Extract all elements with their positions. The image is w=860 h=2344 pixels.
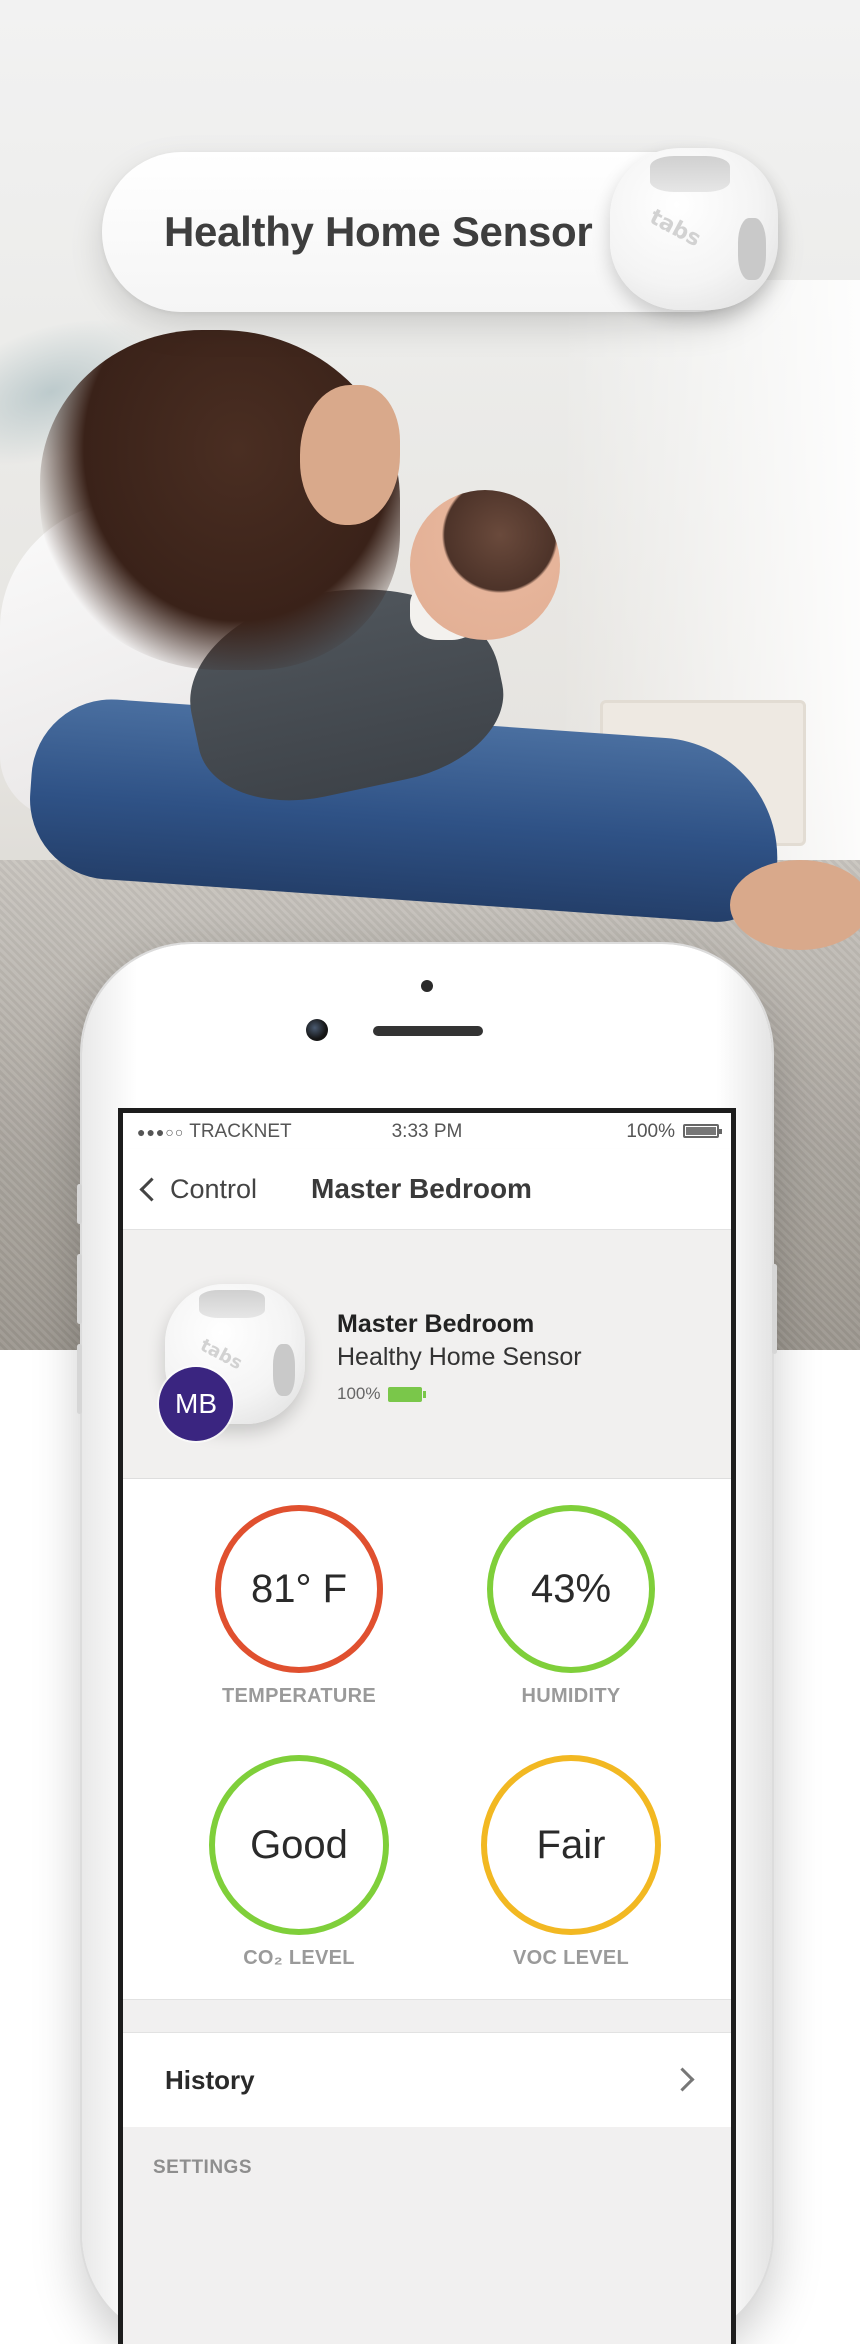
status-bar: ●●●○○ TRACKNET 3:33 PM 100% bbox=[123, 1113, 731, 1149]
section-spacer bbox=[123, 2000, 731, 2032]
battery-full-icon bbox=[388, 1386, 427, 1402]
sensor-device-image: tabs bbox=[610, 148, 778, 310]
humidity-gauge[interactable]: 43% HUMIDITY bbox=[471, 1505, 671, 1708]
back-button-label: Control bbox=[170, 1173, 258, 1204]
gauge-value: Good bbox=[250, 1822, 348, 1867]
chevron-right-icon bbox=[670, 2067, 695, 2092]
device-model: Healthy Home Sensor bbox=[337, 1343, 582, 1371]
gauge-value: 43% bbox=[530, 1566, 612, 1611]
phone-volume-up bbox=[77, 1254, 82, 1324]
gauge-ring: Good bbox=[209, 1755, 389, 1935]
navigation-bar: Control Master Bedroom bbox=[123, 1149, 731, 1230]
gauge-label: HUMIDITY bbox=[521, 1685, 621, 1707]
history-row[interactable]: History bbox=[123, 2032, 731, 2128]
gauge-value: 81° F bbox=[250, 1566, 348, 1611]
mother-feet bbox=[730, 860, 860, 950]
gauge-ring: Fair bbox=[481, 1755, 661, 1935]
phone-power-button bbox=[772, 1264, 777, 1354]
voc-gauge[interactable]: Fair VOC LEVEL bbox=[471, 1755, 671, 1970]
gauge-ring: 81° F bbox=[215, 1505, 383, 1673]
phone-earpiece bbox=[373, 1026, 483, 1036]
gauge-value: Fair bbox=[536, 1822, 606, 1867]
sensor-brand-logo: tabs bbox=[645, 204, 705, 253]
phone-proximity-sensor bbox=[421, 980, 433, 992]
device-battery: 100% bbox=[337, 1384, 427, 1404]
product-title: Healthy Home Sensor bbox=[164, 208, 593, 255]
gauge-label: TEMPERATURE bbox=[221, 1685, 377, 1707]
baby-head bbox=[410, 490, 560, 640]
phone-volume-down bbox=[77, 1344, 82, 1414]
settings-section-header: SETTINGS bbox=[123, 2127, 731, 2207]
sensor-top-pad bbox=[199, 1290, 265, 1318]
page-title: Master Bedroom bbox=[311, 1173, 532, 1204]
settings-header-label: SETTINGS bbox=[153, 2157, 253, 2178]
back-button[interactable]: Control bbox=[137, 1149, 257, 1229]
gauge-ring: 43% bbox=[487, 1505, 655, 1673]
temperature-gauge[interactable]: 81° F TEMPERATURE bbox=[199, 1505, 399, 1708]
battery-icon bbox=[683, 1124, 722, 1138]
chevron-left-icon bbox=[139, 1176, 164, 1202]
device-room-name: Master Bedroom bbox=[337, 1310, 535, 1338]
gauge-label: VOC LEVEL bbox=[512, 1947, 630, 1969]
history-label: History bbox=[165, 2065, 255, 2095]
co2-gauge[interactable]: Good CO₂ LEVEL bbox=[199, 1755, 399, 1970]
sensor-readings: 81° F TEMPERATURE 43% HUMIDITY Good CO₂ … bbox=[123, 1479, 731, 2000]
status-battery-percent: 100% bbox=[626, 1121, 675, 1142]
device-card: tabs MB Master Bedroom Healthy Home Sens… bbox=[123, 1230, 731, 1479]
sensor-top-pad bbox=[650, 156, 730, 192]
device-battery-percent: 100% bbox=[337, 1384, 381, 1403]
room-avatar: MB bbox=[159, 1367, 233, 1441]
phone-front-camera bbox=[306, 1019, 328, 1041]
sensor-side-vent bbox=[738, 218, 766, 280]
phone-frame: ●●●○○ TRACKNET 3:33 PM 100% Control Mast… bbox=[77, 944, 777, 2344]
product-title-pill: Healthy Home Sensor tabs bbox=[102, 148, 778, 312]
phone-screen: ●●●○○ TRACKNET 3:33 PM 100% Control Mast… bbox=[118, 1108, 736, 2344]
mother-face bbox=[300, 385, 400, 525]
gauge-label: CO₂ LEVEL bbox=[243, 1947, 355, 1969]
sensor-side-vent bbox=[273, 1344, 295, 1396]
phone-mute-switch bbox=[77, 1184, 82, 1224]
